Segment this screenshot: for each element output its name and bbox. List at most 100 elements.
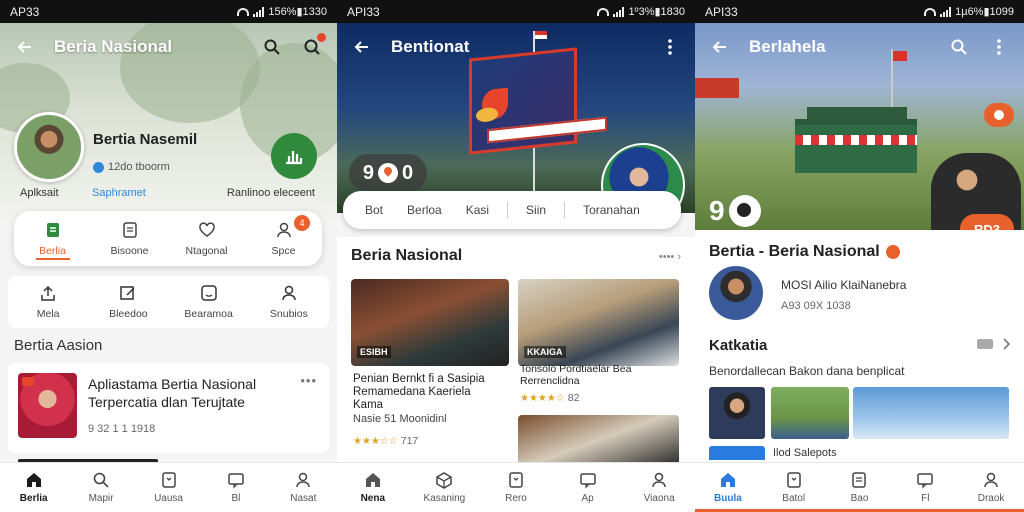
quick-action-snubios[interactable]: Snubios: [249, 276, 329, 328]
news-label: ESIBH: [357, 346, 391, 358]
nav-item-messages[interactable]: Ap: [552, 463, 624, 512]
tab-bisoone[interactable]: Bisoone: [91, 211, 168, 266]
tab-berlia[interactable]: Berlia: [14, 211, 91, 266]
nav-item-profile[interactable]: Viaona: [623, 463, 695, 512]
stats-button[interactable]: [271, 133, 317, 179]
home-icon: [720, 473, 735, 487]
news-headline[interactable]: Tonsolo Pordtiaelar Bea Rerrenclidna: [520, 363, 680, 387]
tab-label: Ntagonal: [185, 244, 228, 257]
back-arrow-icon[interactable]: [14, 36, 36, 58]
see-more-link[interactable]: •••• ›: [659, 251, 681, 263]
home-icon: [365, 473, 380, 487]
avatar[interactable]: [14, 112, 84, 182]
category-tab[interactable]: Kasi: [454, 203, 501, 217]
article-title: Bertia - Beria Nasional: [709, 243, 900, 261]
nav-item-home[interactable]: Nena: [337, 463, 409, 512]
user-icon: [652, 472, 666, 488]
nav-item-saved[interactable]: Rero: [480, 463, 552, 512]
verified-icon: [93, 161, 104, 173]
play-chip[interactable]: 9: [709, 195, 761, 227]
quick-action-bleedoo[interactable]: Bleedoo: [88, 276, 168, 328]
news-rating: ★★★★☆ 82: [520, 392, 579, 404]
nav-label: Bl: [231, 493, 241, 504]
nav-item-home[interactable]: Buula: [695, 463, 761, 512]
category-tab[interactable]: Bot: [353, 203, 395, 217]
profile-caption-link[interactable]: Saphramet: [92, 187, 146, 199]
nav-label: Uausa: [154, 493, 183, 504]
status-time: 1º3%▮1830: [628, 6, 685, 18]
status-time: 156%▮1330: [268, 6, 327, 18]
category-tabs: Bot Berloa Kasi Siin Toranahan: [343, 191, 681, 229]
quick-actions: Mela Bleedoo Bearamoa Snubios: [8, 276, 329, 328]
category-tab[interactable]: Toranahan: [571, 203, 652, 217]
gallery-thumbnail[interactable]: [853, 387, 1009, 439]
next-item-title[interactable]: Ilod Salepots: [773, 447, 837, 459]
nav-label: Fl: [921, 493, 930, 504]
more-vert-icon[interactable]: [988, 36, 1010, 58]
tab-ntagonal[interactable]: Ntagonal: [168, 211, 245, 266]
screen-news-feed: API33 1º3%▮1830 9 0 Bentionat Bot Berloa…: [337, 0, 695, 512]
news-thumbnail[interactable]: KKAIGA: [518, 279, 679, 366]
nav-item-saved[interactable]: Batol: [761, 463, 827, 512]
star-rating-icon: ★★★☆☆: [353, 436, 398, 447]
list-item[interactable]: Apliastama Bertia Nasional Terpercatia d…: [8, 363, 329, 453]
nav-item-search[interactable]: Mapir: [67, 463, 134, 512]
nav-label: Berlia: [19, 493, 48, 504]
nav-item-profile[interactable]: Draok: [958, 463, 1024, 512]
nav-item-messages[interactable]: Fl: [892, 463, 958, 512]
profile-caption-right: Ranlinoo eleceent: [226, 187, 315, 199]
chevron-right-icon[interactable]: [1002, 338, 1011, 353]
bottom-navigation: Nena Kasaning Rero Ap Viaona: [337, 462, 695, 512]
search-icon[interactable]: [948, 36, 970, 58]
category-tab[interactable]: Siin: [514, 203, 558, 217]
category-tab[interactable]: Berloa: [395, 203, 454, 217]
wifi-icon: [597, 7, 610, 16]
user-icon: [276, 222, 291, 237]
notification-icon[interactable]: [301, 33, 326, 58]
user-icon: [296, 472, 311, 488]
gallery-thumbnail[interactable]: [709, 387, 765, 439]
gallery-thumbnail[interactable]: [771, 387, 849, 439]
play-chip[interactable]: 9 0: [349, 154, 427, 192]
bookmark-icon: [786, 472, 801, 488]
back-arrow-icon[interactable]: [351, 36, 373, 58]
tab-label: Spce: [271, 244, 296, 257]
quick-action-label: Bearamoa: [184, 308, 233, 320]
channel-avatar[interactable]: [709, 266, 763, 320]
nav-item-explore[interactable]: Kasaning: [409, 463, 481, 512]
quick-action-bearamoa[interactable]: Bearamoa: [169, 276, 249, 328]
carrier-label: API33: [347, 4, 380, 19]
news-thumbnail[interactable]: ESIBH: [351, 279, 509, 366]
bookmark-icon: [161, 472, 176, 488]
more-vert-icon[interactable]: [659, 36, 681, 58]
nav-item-saved[interactable]: Uausa: [135, 463, 202, 512]
news-thumbnail[interactable]: [518, 415, 679, 465]
play-chip-number: 9: [362, 161, 374, 184]
toggle-icon[interactable]: [976, 338, 994, 353]
search-icon: [93, 472, 109, 488]
wifi-icon: [924, 7, 937, 16]
nav-item-profile[interactable]: Nasat: [270, 463, 337, 512]
nav-item-home[interactable]: Berlia: [0, 463, 67, 512]
tab-label: Berlia: [39, 244, 66, 257]
back-arrow-icon[interactable]: [709, 36, 731, 58]
channel-name[interactable]: MOSI Ailio KlaiNanebra: [781, 278, 906, 292]
list-icon: [122, 221, 137, 238]
profile-tabs: Berlia Bisoone Ntagonal Spce 4: [14, 211, 322, 266]
nav-item-docs[interactable]: Bao: [827, 463, 893, 512]
quick-action-mela[interactable]: Mela: [8, 276, 88, 328]
search-icon[interactable]: [261, 36, 283, 58]
record-icon[interactable]: [984, 103, 1014, 127]
wifi-icon: [237, 7, 250, 16]
star-rating-icon: ★★★★☆: [520, 393, 565, 404]
news-headline[interactable]: Penian Bernkt fi a Sasipia Remamedana Ka…: [353, 373, 503, 412]
more-options-icon[interactable]: •••: [300, 373, 317, 388]
tab-spce[interactable]: Spce 4: [245, 211, 322, 266]
count-badge: 4: [294, 215, 310, 231]
nav-label: Draok: [977, 493, 1005, 504]
news-source: Nasie 51 Moonidinl: [353, 413, 447, 425]
nav-item-messages[interactable]: Bl: [202, 463, 269, 512]
quick-action-label: Mela: [36, 308, 60, 320]
divider: [564, 202, 566, 218]
item-meta: 9 32 1 1 1918: [88, 423, 156, 435]
